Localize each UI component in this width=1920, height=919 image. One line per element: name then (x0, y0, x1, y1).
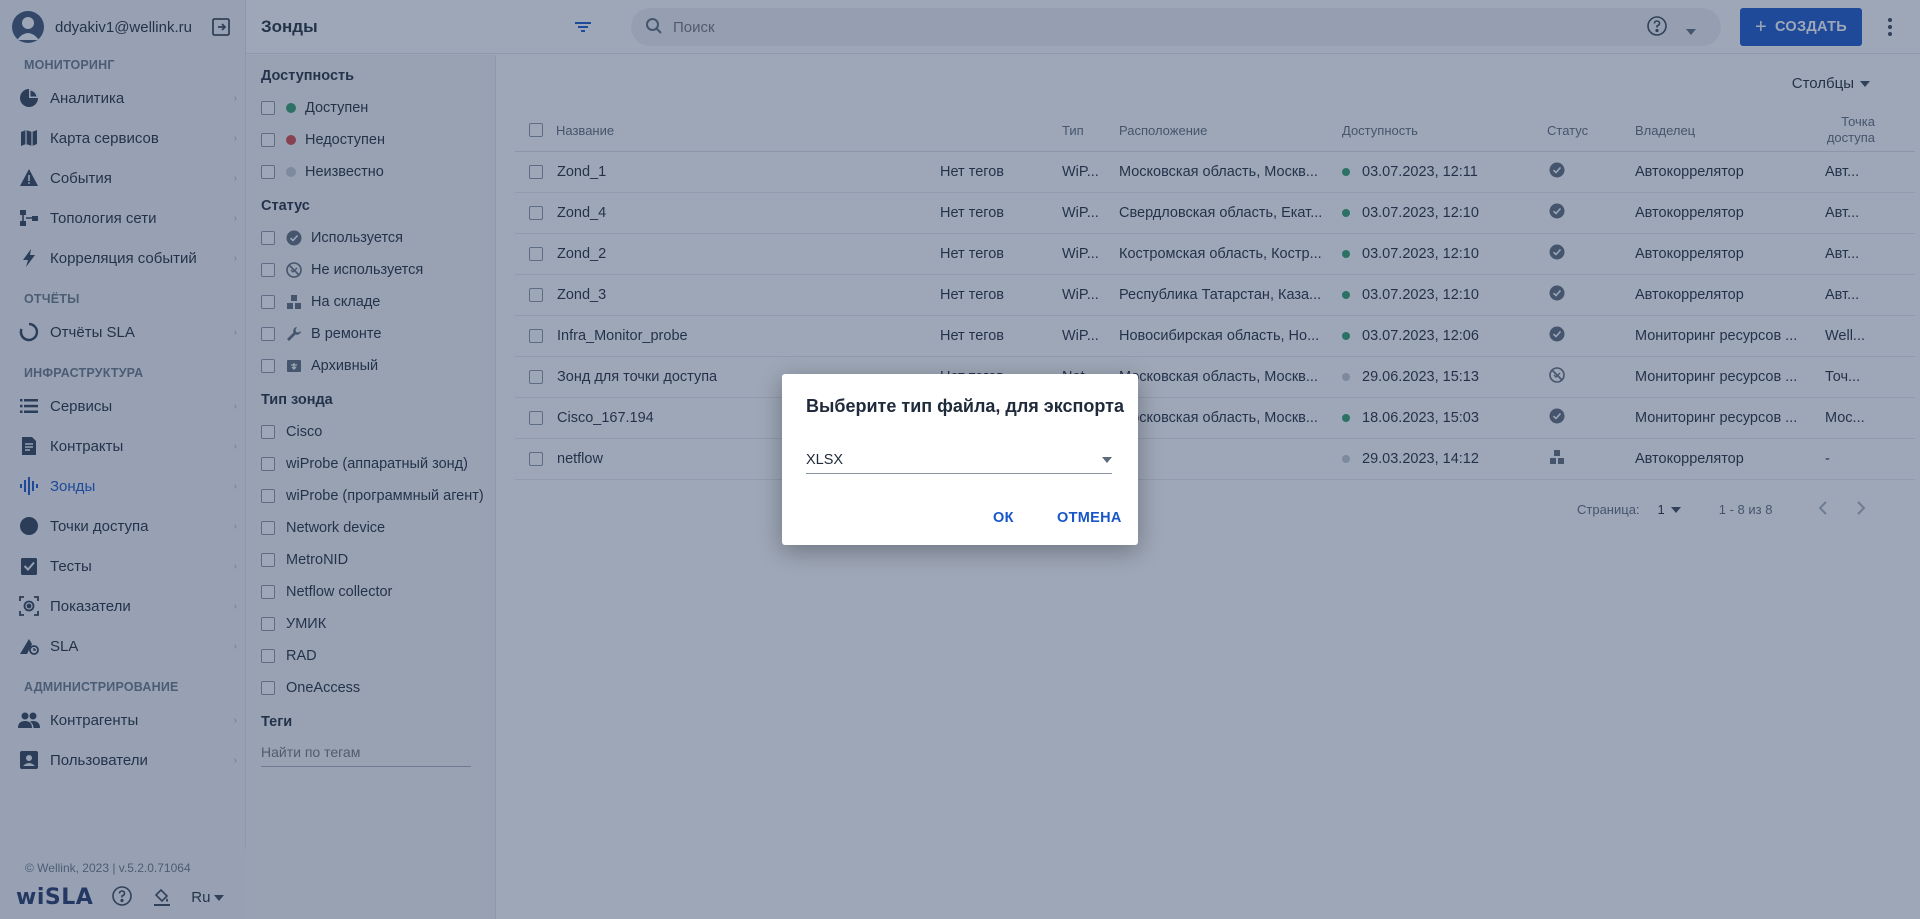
file-type-value: XLSX (806, 451, 844, 468)
ok-button[interactable]: ОК (993, 510, 1014, 526)
cancel-button[interactable]: ОТМЕНА (1057, 510, 1122, 526)
chevron-down-icon (1102, 456, 1112, 463)
file-type-select[interactable]: XLSX (806, 446, 1112, 474)
export-dialog: Выберите тип файла, для экспорта XLSX ОК… (782, 374, 1138, 545)
dialog-title: Выберите тип файла, для экспорта (806, 396, 1124, 416)
